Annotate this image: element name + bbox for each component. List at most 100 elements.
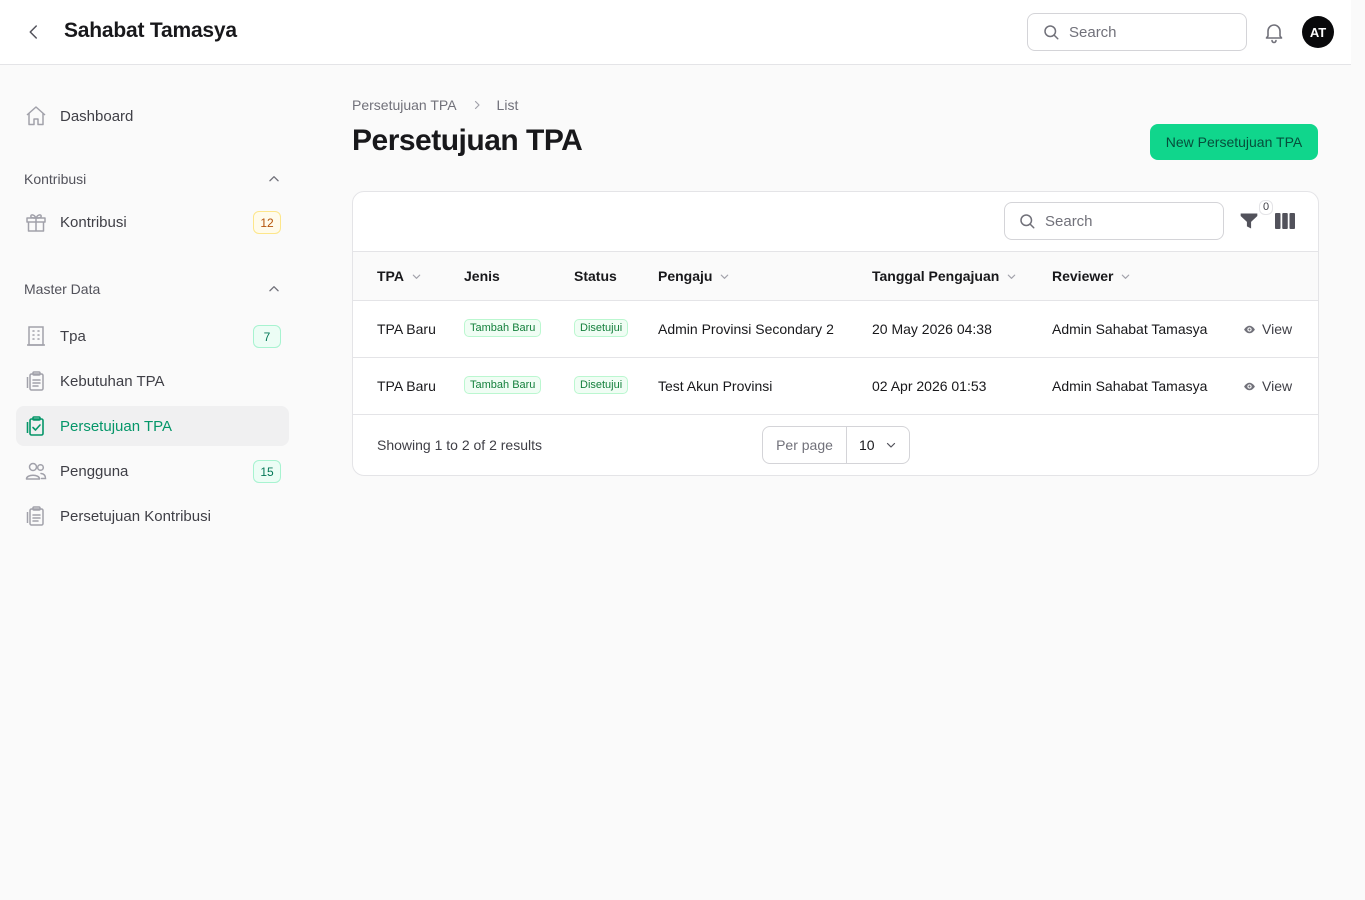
sidebar-item-label: Persetujuan TPA bbox=[60, 417, 173, 435]
back-button[interactable] bbox=[22, 20, 46, 44]
eye-icon bbox=[1244, 325, 1255, 333]
per-page-value: 10 bbox=[859, 437, 875, 453]
table-row[interactable]: TPA Baru Tambah Baru Disetujui Test Akun… bbox=[353, 358, 1318, 415]
cell-tpa: TPA Baru bbox=[377, 378, 436, 394]
view-action[interactable]: View bbox=[1243, 378, 1292, 394]
status-badge: Disetujui bbox=[574, 319, 629, 337]
sidebar-item-kontribusi[interactable]: Kontribusi 12 bbox=[16, 202, 289, 242]
view-label: View bbox=[1262, 378, 1293, 394]
chevron-down-icon bbox=[412, 274, 421, 279]
scrollbar-gutter bbox=[1351, 0, 1365, 900]
chevron-down-icon bbox=[1122, 274, 1130, 279]
chevron-up-icon bbox=[269, 286, 279, 292]
cell-pengaju: Admin Provinsi Secondary 2 bbox=[658, 321, 834, 337]
user-avatar[interactable]: AT bbox=[1302, 16, 1334, 48]
page-title: Persetujuan TPA bbox=[352, 124, 583, 157]
chevron-down-icon bbox=[886, 442, 895, 448]
clipboard-icon bbox=[24, 504, 48, 528]
sidebar-item-label: Kontribusi bbox=[60, 213, 127, 231]
sidebar-item-tpa[interactable]: Tpa 7 bbox=[16, 316, 289, 356]
global-search-input[interactable] bbox=[1069, 23, 1219, 41]
sidebar-item-pengguna[interactable]: Pengguna 15 bbox=[16, 451, 289, 491]
jenis-badge: Tambah Baru bbox=[464, 319, 542, 337]
column-header-status: Status bbox=[574, 268, 617, 284]
gift-icon bbox=[24, 210, 48, 234]
new-persetujuan-tpa-button[interactable]: New Persetujuan TPA bbox=[1150, 124, 1318, 160]
sidebar-item-kebutuhan-tpa[interactable]: Kebutuhan TPA bbox=[16, 361, 289, 401]
cell-pengaju: Test Akun Provinsi bbox=[658, 378, 773, 394]
clipboard-check-icon bbox=[24, 414, 48, 438]
filter-button[interactable] bbox=[1239, 211, 1259, 231]
column-header-tanggal-pengajuan[interactable]: Tanggal Pengajuan bbox=[872, 268, 1017, 284]
cell-reviewer: Admin Sahabat Tamasya bbox=[1052, 378, 1208, 394]
sidebar-item-persetujuan-tpa[interactable]: Persetujuan TPA bbox=[16, 406, 289, 446]
view-label: View bbox=[1262, 321, 1293, 337]
sidebar-item-label: Pengguna bbox=[60, 462, 129, 480]
table-row[interactable]: TPA Baru Tambah Baru Disetujui Admin Pro… bbox=[353, 301, 1318, 358]
building-icon bbox=[24, 324, 48, 348]
columns-toggle-button[interactable] bbox=[1274, 211, 1296, 231]
chevron-right-icon bbox=[471, 99, 483, 111]
search-icon bbox=[1044, 25, 1059, 40]
sidebar-group-master-data[interactable]: Master Data bbox=[16, 274, 289, 304]
pagination-summary: Showing 1 to 2 of 2 results bbox=[377, 437, 542, 453]
cell-reviewer: Admin Sahabat Tamasya bbox=[1052, 321, 1208, 337]
chevron-down-icon bbox=[1008, 274, 1016, 279]
filter-count-badge: 0 bbox=[1259, 200, 1274, 215]
table-toolbar: 0 bbox=[353, 192, 1318, 252]
per-page-label: Per page bbox=[763, 427, 847, 463]
sidebar-group-label: Kontribusi bbox=[24, 171, 87, 187]
sidebar-group-label: Master Data bbox=[24, 281, 101, 297]
sidebar-item-dashboard[interactable]: Dashboard bbox=[16, 96, 289, 136]
breadcrumb: Persetujuan TPA List bbox=[352, 97, 518, 113]
column-header-label: TPA bbox=[377, 268, 404, 284]
eye-icon bbox=[1244, 382, 1255, 390]
sidebar-item-persetujuan-kontribusi[interactable]: Persetujuan Kontribusi bbox=[16, 496, 289, 536]
top-bar: Sahabat Tamasya AT bbox=[0, 0, 1351, 65]
breadcrumb-link[interactable]: Persetujuan TPA bbox=[352, 97, 457, 113]
app-title: Sahabat Tamasya bbox=[64, 19, 237, 42]
search-icon bbox=[1020, 214, 1035, 229]
home-icon bbox=[24, 104, 48, 128]
table-card: 0 TPA Jenis Status Pengaju Tanggal Penga… bbox=[352, 191, 1319, 476]
bell-icon bbox=[1265, 24, 1283, 44]
column-header-pengaju[interactable]: Pengaju bbox=[658, 268, 730, 284]
sidebar-item-label: Tpa bbox=[60, 327, 86, 345]
column-header-label: Status bbox=[574, 268, 617, 284]
count-badge: 7 bbox=[253, 325, 281, 348]
status-badge: Disetujui bbox=[574, 376, 629, 394]
count-badge: 15 bbox=[253, 460, 281, 483]
table-header: TPA Jenis Status Pengaju Tanggal Pengaju… bbox=[353, 252, 1318, 301]
column-header-jenis: Jenis bbox=[464, 268, 500, 284]
column-header-reviewer[interactable]: Reviewer bbox=[1052, 268, 1131, 284]
users-icon bbox=[24, 459, 48, 483]
sidebar-item-label: Persetujuan Kontribusi bbox=[60, 507, 211, 525]
notifications-button[interactable] bbox=[1262, 20, 1286, 44]
column-header-tpa[interactable]: TPA bbox=[377, 268, 422, 284]
breadcrumb-current: List bbox=[496, 97, 519, 113]
per-page-select[interactable]: 10 bbox=[847, 427, 909, 463]
table-search-input[interactable] bbox=[1045, 212, 1195, 230]
table-footer: Showing 1 to 2 of 2 results Per page 10 bbox=[353, 415, 1318, 475]
columns-icon bbox=[1275, 213, 1295, 229]
global-search[interactable] bbox=[1027, 13, 1247, 51]
jenis-badge: Tambah Baru bbox=[464, 376, 542, 394]
chevron-up-icon bbox=[269, 176, 279, 182]
view-action[interactable]: View bbox=[1243, 321, 1292, 337]
count-badge: 12 bbox=[253, 211, 281, 234]
sidebar-item-label: Kebutuhan TPA bbox=[60, 372, 165, 390]
column-header-label: Jenis bbox=[464, 268, 500, 284]
sidebar: Dashboard Kontribusi Kontribusi 12 Maste… bbox=[16, 96, 289, 536]
filter-icon bbox=[1240, 213, 1258, 229]
column-header-label: Pengaju bbox=[658, 268, 713, 284]
cell-tanggal: 02 Apr 2026 01:53 bbox=[872, 378, 987, 394]
clipboard-icon bbox=[24, 369, 48, 393]
column-header-label: Reviewer bbox=[1052, 268, 1114, 284]
sidebar-group-kontribusi[interactable]: Kontribusi bbox=[16, 164, 289, 194]
table-search[interactable] bbox=[1004, 202, 1224, 240]
chevron-left-icon bbox=[29, 25, 37, 39]
cell-tpa: TPA Baru bbox=[377, 321, 436, 337]
per-page-control: Per page 10 bbox=[762, 426, 910, 464]
chevron-down-icon bbox=[721, 274, 729, 279]
column-header-label: Tanggal Pengajuan bbox=[872, 268, 1000, 284]
